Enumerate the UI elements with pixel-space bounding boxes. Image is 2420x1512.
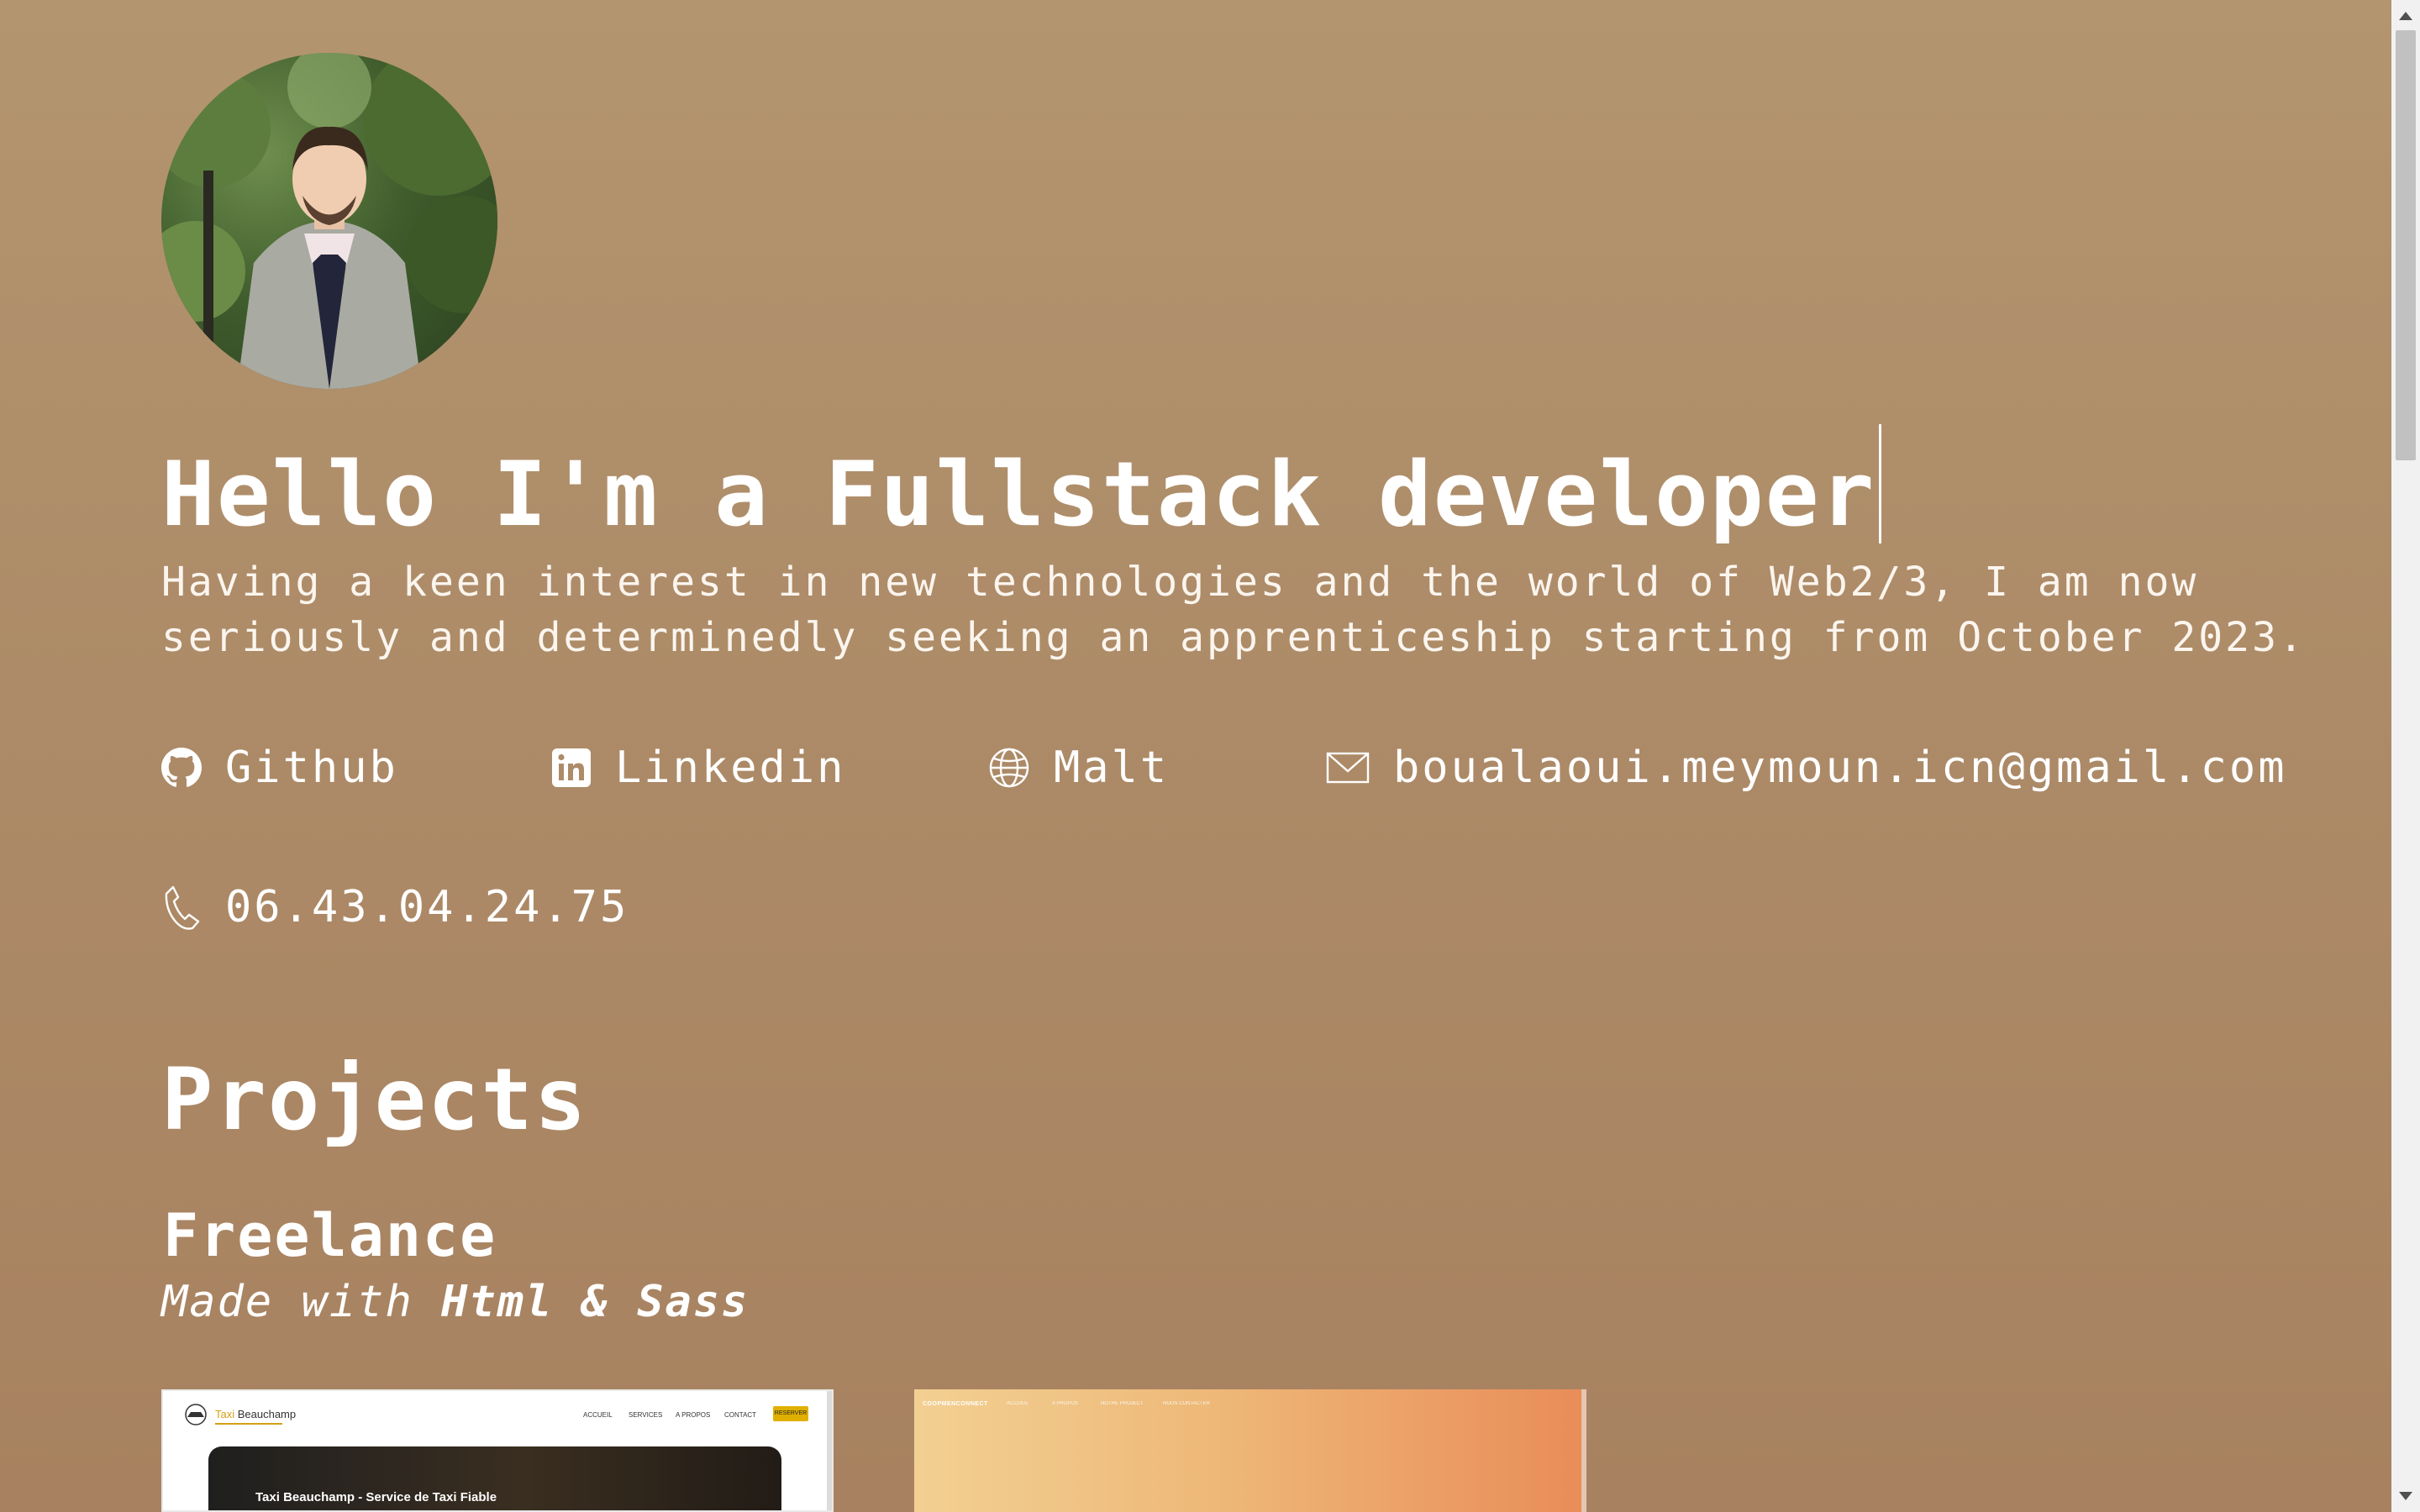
email-link-label: boualaoui.meymoun.icn@gmail.com bbox=[1393, 743, 2287, 793]
email-link[interactable]: boualaoui.meymoun.icn@gmail.com bbox=[1326, 743, 2287, 793]
card-site-brand-accent: Taxi bbox=[215, 1408, 235, 1420]
projects-heading: Projects bbox=[161, 1050, 588, 1150]
hero-headline: Hello I'm a Fullstack developer bbox=[161, 424, 1882, 548]
hero-headline-text: Hello I'm a Fullstack developer bbox=[161, 443, 1876, 546]
card-site-brand: Taxi Beauchamp bbox=[215, 1408, 296, 1420]
card-site-menu-item: NOUS CONTACTER bbox=[1163, 1401, 1210, 1406]
card-site-menu-item: ACCUEIL bbox=[1007, 1401, 1029, 1406]
profile-photo-illustration bbox=[161, 53, 497, 389]
malt-link-label: Malt bbox=[1054, 743, 1170, 793]
card-scrollbar bbox=[1581, 1389, 1586, 1512]
card-scrollbar bbox=[827, 1391, 832, 1510]
freelance-heading: Freelance bbox=[163, 1201, 497, 1270]
card-site-hero-title: Taxi Beauchamp - Service de Taxi Fiable bbox=[255, 1490, 497, 1504]
card-site-cta: RESERVER bbox=[773, 1406, 808, 1421]
card-site-brand: COOPMENCONNECT bbox=[923, 1401, 988, 1407]
card-site-hero: Taxi Beauchamp - Service de Taxi Fiable bbox=[208, 1446, 781, 1510]
github-icon bbox=[161, 748, 202, 787]
card-site-menu-item: A PROPOS bbox=[676, 1411, 711, 1419]
scroll-down-arrow-icon[interactable] bbox=[2399, 1492, 2412, 1500]
scroll-up-arrow-icon[interactable] bbox=[2399, 12, 2412, 20]
card-site-menu-item: CONTACT bbox=[724, 1411, 757, 1419]
card-site-navbar: Taxi Beauchamp ACCUEIL SERVICES A PROPOS… bbox=[163, 1391, 832, 1441]
taxi-logo-icon bbox=[185, 1404, 207, 1425]
linkedin-link-label: Linkedin bbox=[615, 743, 846, 793]
made-with-tech: Html & Sass bbox=[441, 1277, 750, 1327]
page-scrollbar[interactable] bbox=[2391, 0, 2420, 1512]
profile-avatar bbox=[161, 53, 497, 389]
project-card-coopmenconnect[interactable]: COOPMENCONNECT ACCUEIL A PROPOS NOTRE PR… bbox=[914, 1389, 1586, 1512]
brand-underline bbox=[215, 1423, 282, 1425]
card-site-menu-item: A PROPOS bbox=[1052, 1401, 1079, 1406]
made-with-prefix: Made with bbox=[161, 1277, 413, 1327]
phone-link[interactable]: 06.43.04.24.75 bbox=[161, 882, 629, 932]
hero-intro: Having a keen interest in new technologi… bbox=[161, 559, 2306, 661]
linkedin-icon bbox=[552, 748, 591, 787]
project-card-taxi-beauchamp[interactable]: Taxi Beauchamp ACCUEIL SERVICES A PROPOS… bbox=[161, 1389, 834, 1512]
scrollbar-thumb[interactable] bbox=[2396, 30, 2416, 460]
phone-link-label: 06.43.04.24.75 bbox=[225, 882, 629, 932]
globe-icon bbox=[989, 748, 1029, 788]
linkedin-link[interactable]: Linkedin bbox=[551, 743, 845, 793]
typing-cursor bbox=[1879, 424, 1882, 543]
phone-icon bbox=[165, 885, 200, 930]
made-with-line: Made with Html & Sass bbox=[161, 1277, 749, 1327]
page-content: Hello I'm a Fullstack developer Having a… bbox=[0, 0, 2391, 1512]
card-site-menu-item: SERVICES bbox=[629, 1411, 663, 1419]
github-link[interactable]: Github bbox=[161, 743, 398, 793]
card-site-menu-item: NOTRE PROJECT bbox=[1101, 1401, 1144, 1406]
github-link-label: Github bbox=[225, 743, 398, 793]
card-site-menu-item: ACCUEIL bbox=[583, 1411, 613, 1419]
card-site-brand-rest: Beauchamp bbox=[234, 1408, 297, 1420]
mail-icon bbox=[1326, 752, 1370, 784]
malt-link[interactable]: Malt bbox=[988, 743, 1169, 793]
